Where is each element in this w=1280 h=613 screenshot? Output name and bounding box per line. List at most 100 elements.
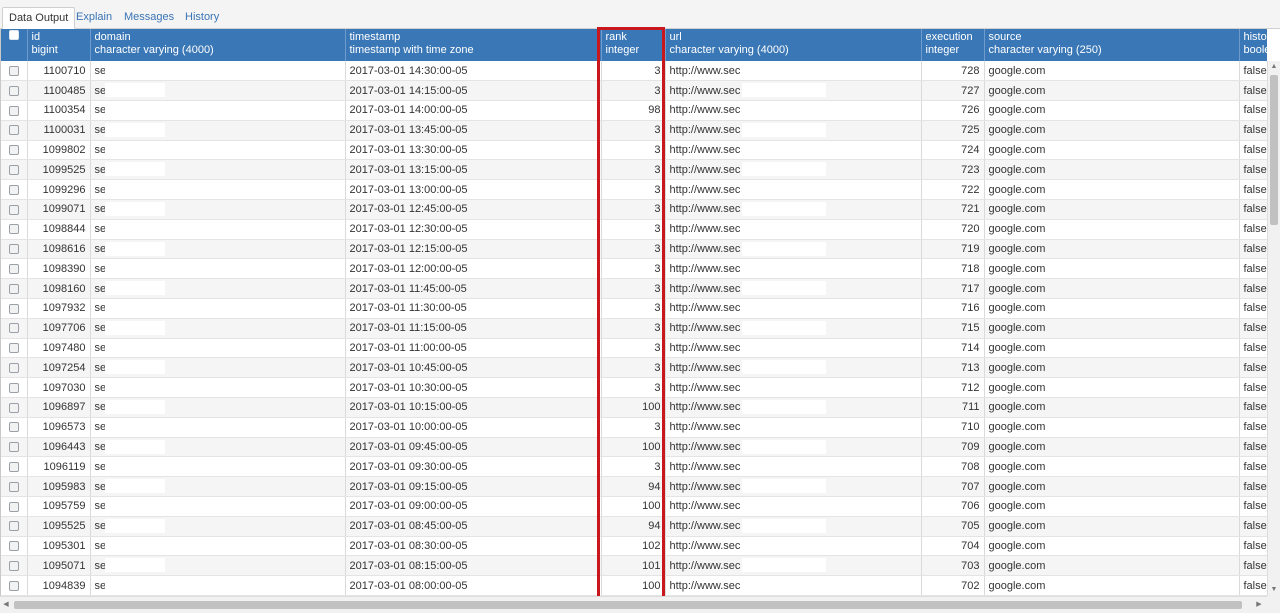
tab-explain[interactable]: Explain — [70, 7, 118, 29]
cell-source[interactable]: google.com — [984, 496, 1240, 517]
cell-source[interactable]: google.com — [984, 437, 1240, 458]
cell-domain[interactable]: se — [90, 338, 346, 359]
cell-execution[interactable]: 720 — [921, 219, 985, 240]
cell-url[interactable]: http://www.sec — [665, 496, 922, 517]
cell-domain[interactable]: se — [90, 120, 346, 141]
table-row[interactable]: 1100485 se 2017-03-01 14:15:00-05 3 http://w… — [1, 80, 1267, 102]
cell-historical[interactable]: false — [1239, 199, 1267, 220]
table-row[interactable]: 1097932 se 2017-03-01 11:30:00-05 3 http://w… — [1, 298, 1267, 319]
cell-id[interactable]: 1100354 — [27, 100, 91, 121]
cell-source[interactable]: google.com — [984, 239, 1240, 260]
cell-domain[interactable]: se — [90, 516, 346, 537]
cell-source[interactable]: google.com — [984, 575, 1240, 596]
cell-url[interactable]: http://www.sec — [665, 536, 922, 557]
cell-id[interactable]: 1096897 — [27, 397, 91, 418]
cell-execution[interactable]: 719 — [921, 239, 985, 260]
cell-domain[interactable]: se — [90, 219, 346, 240]
cell-execution[interactable]: 706 — [921, 496, 985, 517]
table-row[interactable]: 1095983 se 2017-03-01 09:15:00-05 94 http://… — [1, 476, 1267, 498]
cell-rank[interactable]: 3 — [601, 258, 666, 280]
cell-timestamp[interactable]: 2017-03-01 10:30:00-05 — [345, 377, 602, 399]
cell-id[interactable]: 1099525 — [27, 159, 91, 181]
row-select-cell[interactable] — [1, 219, 28, 240]
cell-domain[interactable]: se — [90, 397, 346, 418]
cell-domain[interactable]: se — [90, 239, 346, 260]
cell-id[interactable]: 1099802 — [27, 140, 91, 161]
checkbox-icon[interactable] — [8, 343, 19, 354]
cell-historical[interactable]: false — [1239, 120, 1267, 141]
cell-source[interactable]: google.com — [984, 179, 1240, 201]
row-select-cell[interactable] — [1, 456, 28, 478]
cell-domain[interactable]: se — [90, 179, 346, 201]
select-all-header[interactable] — [1, 29, 28, 61]
cell-domain[interactable]: se — [90, 278, 346, 300]
cell-timestamp[interactable]: 2017-03-01 09:00:00-05 — [345, 496, 602, 517]
cell-historical[interactable]: false — [1239, 437, 1267, 458]
cell-historical[interactable]: false — [1239, 575, 1267, 596]
cell-historical[interactable]: false — [1239, 298, 1267, 319]
row-select-cell[interactable] — [1, 120, 28, 141]
cell-domain[interactable]: se — [90, 476, 346, 498]
arrow-down-icon[interactable]: ▼ — [1268, 584, 1280, 596]
cell-rank[interactable]: 100 — [601, 437, 666, 458]
table-row[interactable]: 1096573 se 2017-03-01 10:00:00-05 3 http://w… — [1, 417, 1267, 438]
cell-id[interactable]: 1097480 — [27, 338, 91, 359]
table-row[interactable]: 1095525 se 2017-03-01 08:45:00-05 94 http://… — [1, 516, 1267, 537]
cell-domain[interactable]: se — [90, 536, 346, 557]
table-row[interactable]: 1098844 se 2017-03-01 12:30:00-05 3 http://w… — [1, 219, 1267, 240]
checkbox-icon[interactable] — [8, 85, 19, 96]
cell-execution[interactable]: 710 — [921, 417, 985, 438]
horizontal-scroll-thumb[interactable] — [14, 601, 1242, 609]
cell-historical[interactable]: false — [1239, 476, 1267, 498]
row-select-cell[interactable] — [1, 476, 28, 498]
cell-domain[interactable]: se — [90, 437, 346, 458]
column-header-execution[interactable]: execution integer — [921, 29, 985, 61]
cell-id[interactable]: 1100710 — [27, 61, 91, 82]
cell-rank[interactable]: 3 — [601, 199, 666, 220]
cell-id[interactable]: 1095983 — [27, 476, 91, 498]
checkbox-icon[interactable] — [8, 65, 19, 76]
cell-domain[interactable]: se — [90, 575, 346, 596]
checkbox-icon[interactable] — [8, 501, 19, 512]
cell-domain[interactable]: se — [90, 417, 346, 438]
cell-execution[interactable]: 712 — [921, 377, 985, 399]
cell-rank[interactable]: 3 — [601, 61, 666, 82]
row-select-cell[interactable] — [1, 318, 28, 339]
column-header-id[interactable]: id bigint — [27, 29, 91, 61]
cell-domain[interactable]: se — [90, 357, 346, 379]
checkbox-icon[interactable] — [8, 382, 19, 393]
cell-id[interactable]: 1097932 — [27, 298, 91, 319]
cell-execution[interactable]: 705 — [921, 516, 985, 537]
horizontal-scrollbar[interactable]: ◀ ▶ — [0, 596, 1267, 613]
cell-execution[interactable]: 714 — [921, 338, 985, 359]
column-header-url[interactable]: url character varying (4000) — [665, 29, 922, 61]
cell-id[interactable]: 1100485 — [27, 80, 91, 102]
cell-source[interactable]: google.com — [984, 278, 1240, 300]
cell-source[interactable]: google.com — [984, 219, 1240, 240]
cell-timestamp[interactable]: 2017-03-01 13:00:00-05 — [345, 179, 602, 201]
cell-historical[interactable]: false — [1239, 80, 1267, 102]
table-row[interactable]: 1095301 se 2017-03-01 08:30:00-05 102 http:/… — [1, 536, 1267, 557]
cell-id[interactable]: 1094839 — [27, 575, 91, 596]
cell-rank[interactable]: 3 — [601, 120, 666, 141]
cell-historical[interactable]: false — [1239, 258, 1267, 280]
cell-timestamp[interactable]: 2017-03-01 10:15:00-05 — [345, 397, 602, 418]
cell-timestamp[interactable]: 2017-03-01 10:00:00-05 — [345, 417, 602, 438]
cell-source[interactable]: google.com — [984, 536, 1240, 557]
cell-historical[interactable]: false — [1239, 516, 1267, 537]
cell-execution[interactable]: 709 — [921, 437, 985, 458]
cell-execution[interactable]: 721 — [921, 199, 985, 220]
cell-source[interactable]: google.com — [984, 338, 1240, 359]
cell-id[interactable]: 1100031 — [27, 120, 91, 141]
cell-rank[interactable]: 3 — [601, 318, 666, 339]
cell-execution[interactable]: 702 — [921, 575, 985, 596]
cell-source[interactable]: google.com — [984, 555, 1240, 577]
cell-url[interactable]: http://www.sec — [665, 258, 922, 280]
cell-rank[interactable]: 3 — [601, 298, 666, 319]
cell-id[interactable]: 1095759 — [27, 496, 91, 517]
cell-timestamp[interactable]: 2017-03-01 11:30:00-05 — [345, 298, 602, 319]
cell-rank[interactable]: 3 — [601, 140, 666, 161]
row-select-cell[interactable] — [1, 199, 28, 220]
cell-rank[interactable]: 3 — [601, 80, 666, 102]
vertical-scrollbar[interactable]: ▲ ▼ — [1267, 61, 1280, 596]
